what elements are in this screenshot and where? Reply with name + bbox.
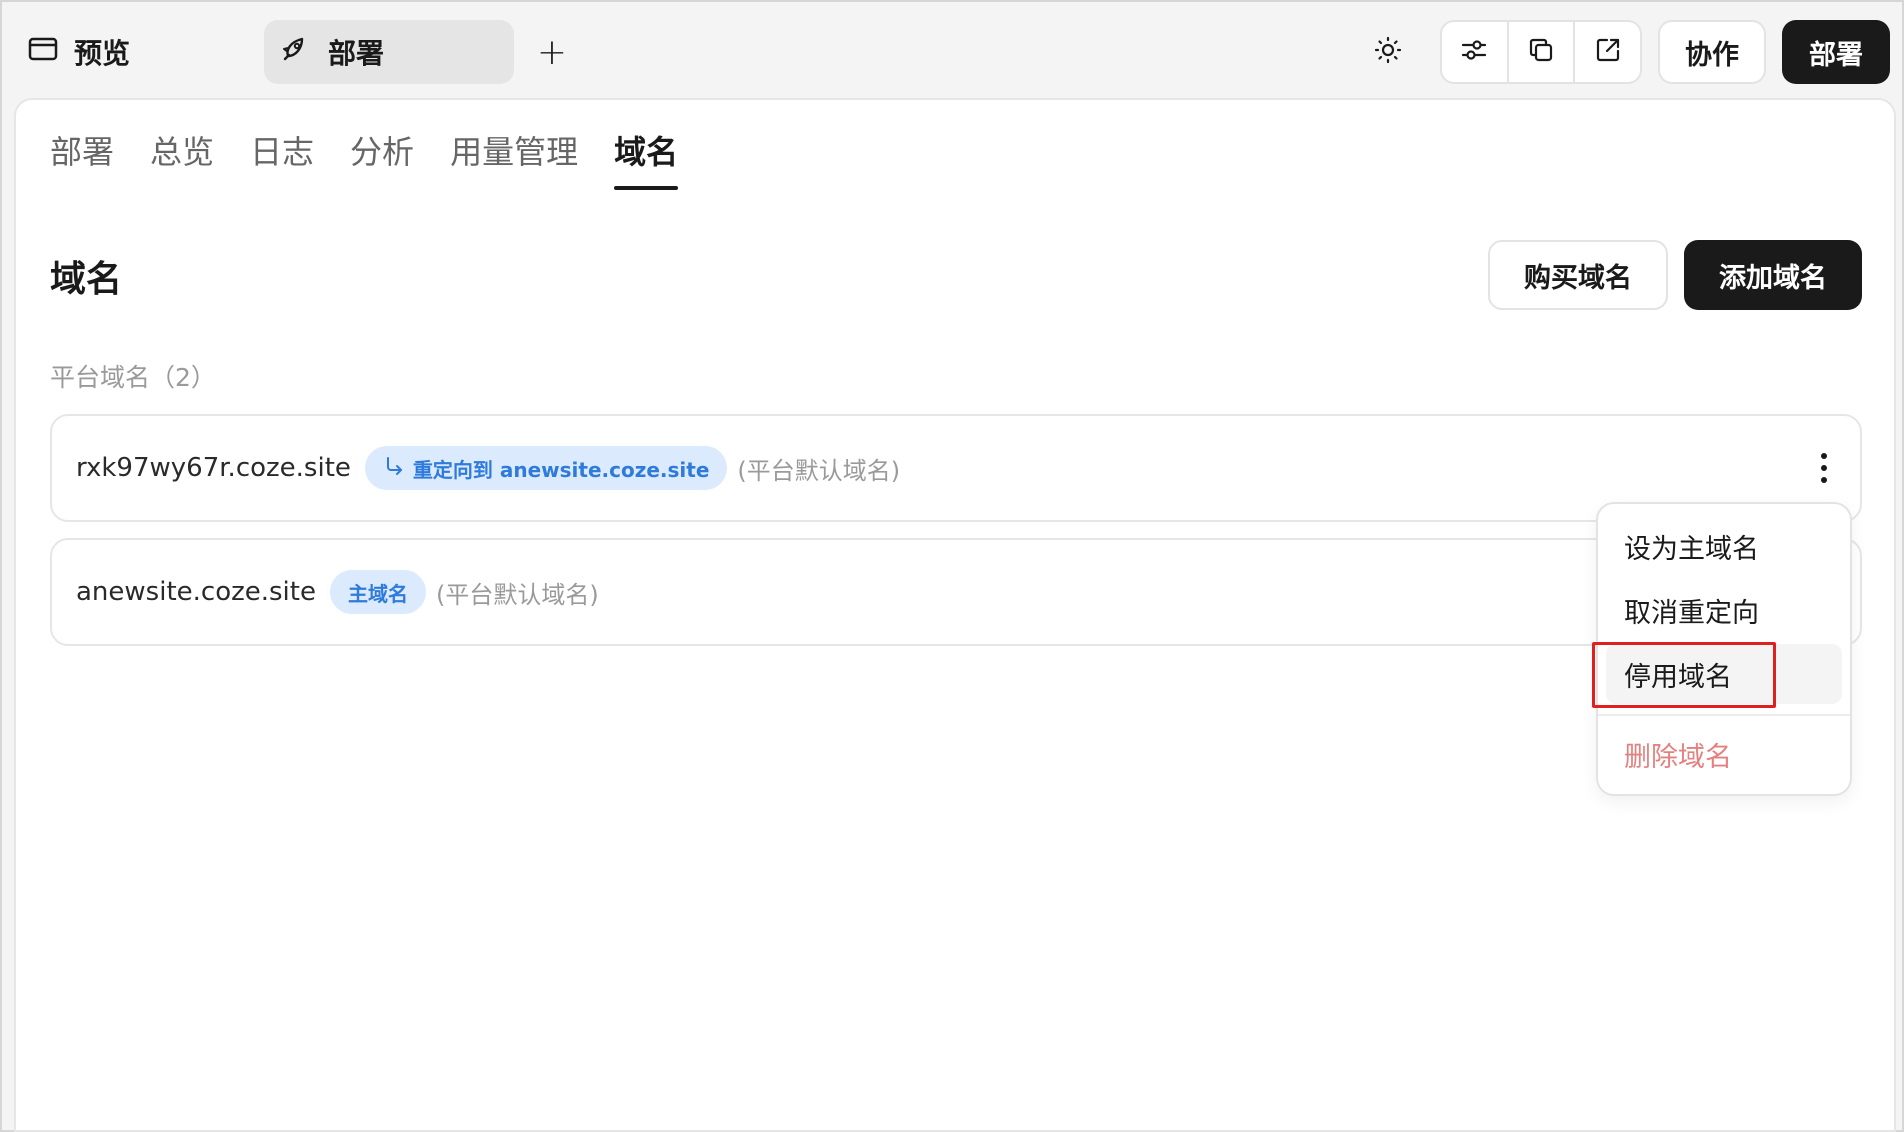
redirect-badge-label: 重定向到 anewsite.coze.site — [412, 457, 710, 482]
menu-item-delete-domain[interactable]: 删除域名 — [1606, 724, 1842, 784]
copy-icon — [1526, 35, 1556, 69]
domain-actions-menu: 设为主域名 取消重定向 停用域名 删除域名 — [1596, 502, 1852, 796]
subtab-analytics[interactable]: 分析 — [350, 126, 414, 190]
primary-badge-label: 主域名 — [347, 581, 408, 606]
top-bar: 预览 部署 + 协作 部署 — [2, 2, 1902, 98]
domain-name: anewsite.coze.site — [76, 577, 316, 607]
menu-item-disable-domain[interactable]: 停用域名 — [1606, 644, 1842, 704]
subtab-logs[interactable]: 日志 — [250, 126, 314, 190]
domain-name: rxk97wy67r.coze.site — [76, 453, 351, 483]
buy-domain-button[interactable]: 购买域名 — [1488, 240, 1668, 310]
menu-divider — [1598, 714, 1850, 716]
theme-toggle-button[interactable] — [1368, 30, 1408, 74]
settings-button[interactable] — [1442, 22, 1509, 82]
add-tab-button[interactable]: + — [532, 28, 572, 76]
sun-icon — [1373, 35, 1403, 69]
collaborate-button[interactable]: 协作 — [1658, 20, 1766, 84]
default-domain-hint: (平台默认域名) — [435, 580, 599, 609]
tab-preview-label: 预览 — [74, 37, 131, 70]
domain-row: rxk97wy67r.coze.site 重定向到 anewsite.coze.… — [50, 414, 1862, 522]
more-dot — [1821, 453, 1827, 459]
redirect-arrow-icon — [383, 455, 405, 482]
more-options-button[interactable] — [1814, 446, 1834, 490]
open-external-button[interactable] — [1575, 22, 1640, 82]
browser-window-icon — [28, 36, 58, 69]
tab-preview[interactable]: 预览 — [28, 24, 130, 80]
default-domain-hint: (平台默认域名) — [737, 456, 901, 485]
app-window: 预览 部署 + 协作 部署 部署 总览 日志 分析 用量管理 域名 域名 购买域… — [0, 0, 1904, 1132]
primary-domain-badge: 主域名 — [329, 570, 426, 614]
menu-item-set-primary[interactable]: 设为主域名 — [1606, 516, 1842, 576]
more-dot — [1821, 465, 1827, 471]
external-link-icon — [1593, 35, 1623, 69]
sub-tabs: 部署 总览 日志 分析 用量管理 域名 — [50, 126, 679, 190]
redirect-badge: 重定向到 anewsite.coze.site — [364, 446, 728, 490]
copy-button[interactable] — [1509, 22, 1576, 82]
toolbar-group — [1440, 20, 1642, 84]
subtab-domains[interactable]: 域名 — [614, 126, 679, 190]
domain-row: anewsite.coze.site 主域名 (平台默认域名) — [50, 538, 1862, 646]
add-domain-button[interactable]: 添加域名 — [1684, 240, 1862, 310]
more-dot — [1821, 477, 1827, 483]
tab-deploy-label: 部署 — [328, 37, 385, 70]
sliders-icon — [1459, 35, 1489, 69]
subtab-usage[interactable]: 用量管理 — [450, 126, 578, 190]
menu-item-cancel-redirect[interactable]: 取消重定向 — [1606, 580, 1842, 640]
tab-deploy[interactable]: 部署 — [264, 20, 514, 84]
page-title: 域名 — [50, 259, 123, 300]
deploy-button[interactable]: 部署 — [1782, 20, 1890, 84]
subtab-deploy[interactable]: 部署 — [50, 126, 114, 190]
platform-domains-label: 平台域名（2） — [50, 363, 216, 392]
subtab-overview[interactable]: 总览 — [150, 126, 214, 190]
rocket-icon — [280, 34, 310, 71]
